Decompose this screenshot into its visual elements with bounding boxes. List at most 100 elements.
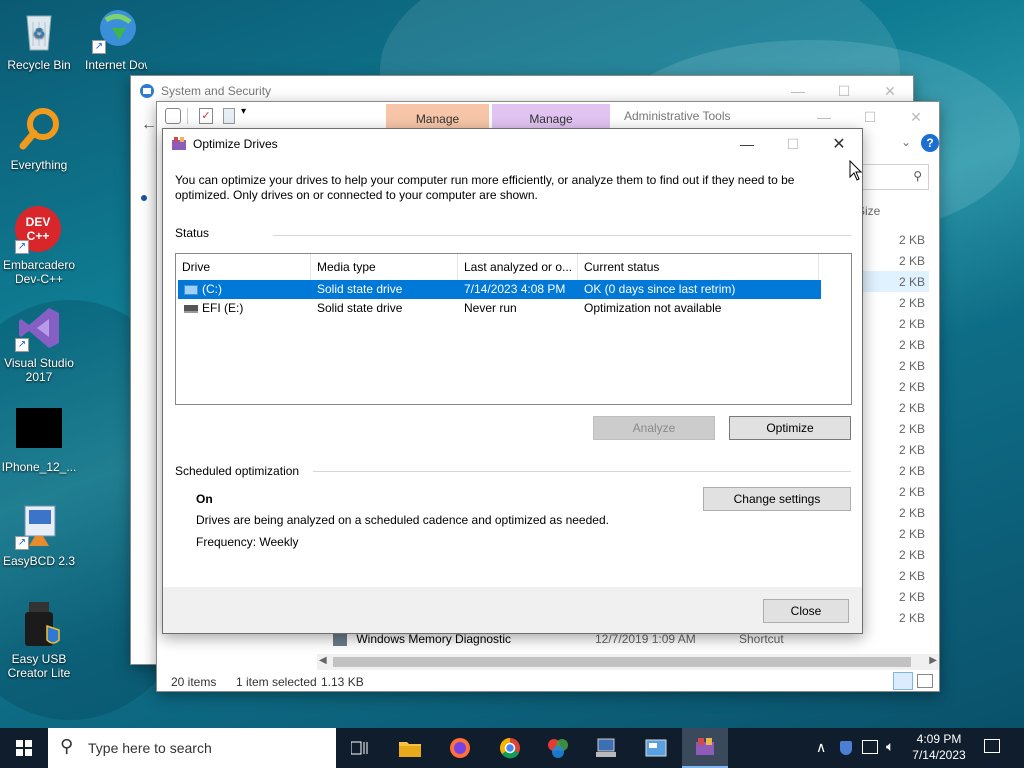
drives-list[interactable]: Drive Media type Last analyzed or o... C… [175,253,852,405]
taskbar-search-box[interactable]: ⚲ Type here to search [48,728,336,768]
file-size-cell: 2 KB [898,506,925,520]
show-hidden-icons-chevron-icon[interactable]: ∧ [816,739,826,756]
column-header-current-status[interactable]: Current status [578,254,819,280]
black-file-thumbnail-icon [15,408,63,456]
taskbar-chrome[interactable] [486,728,534,768]
help-icon[interactable]: ? [921,134,939,152]
file-size-cell: 2 KB [898,254,925,268]
close-button[interactable]: ✕ [893,102,939,132]
close-button[interactable]: ✕ [816,129,862,159]
minimize-button[interactable]: — [724,129,770,159]
expand-ribbon-chevron-icon[interactable]: ⌄ [901,135,911,149]
scroll-left-arrow-icon[interactable]: ◀ [319,655,327,666]
task-view-button[interactable] [336,728,384,768]
firefox-icon [450,738,470,758]
column-header-media-type[interactable]: Media type [311,254,458,280]
scrollbar-thumb[interactable] [333,657,911,667]
media-type: Solid state drive [317,301,403,315]
large-icons-view-icon[interactable] [917,674,933,688]
file-size-cell: 2 KB [898,590,925,604]
search-box[interactable]: ⚲ [857,164,929,190]
search-icon: ⚲ [60,736,74,756]
title-bar[interactable]: ✓ ▾ Manage Manage Administrative Tools —… [157,102,939,132]
bullet-icon [141,195,147,201]
easybcd-icon: ↗ [15,502,63,550]
dialog-title: Optimize Drives [193,137,278,151]
color-wheel-icon [548,739,568,758]
horizontal-scrollbar[interactable]: ◀ ▶ [317,654,939,670]
column-header-last-analyzed[interactable]: Last analyzed or o... [458,254,578,280]
taskbar-control-panel[interactable] [632,728,680,768]
desktop-icon-internet-download-manager[interactable]: ↗ Internet Downlo... [78,6,154,72]
last-analyzed: 7/14/2023 4:08 PM [464,282,566,296]
checkbox-icon[interactable]: ✓ [199,108,213,124]
file-size-cell: 2 KB [898,443,925,457]
new-folder-icon[interactable] [223,108,235,124]
details-view-icon[interactable] [893,672,913,690]
folder-icon [399,742,421,757]
change-settings-button[interactable]: Change settings [703,487,851,511]
selected-size: 1.13 KB [321,675,364,689]
taskbar-firefox[interactable] [436,728,484,768]
item-count: 20 items [171,675,217,689]
file-size-cell: 2 KB [898,485,925,499]
schedule-description: Drives are being analyzed on a scheduled… [196,513,609,527]
taskbar-system-app[interactable] [582,728,630,768]
title-bar[interactable]: Optimize Drives — ☐ ✕ [163,129,862,159]
clock[interactable]: 4:09 PM 7/14/2023 [902,731,976,763]
volume-muted-icon[interactable]: 🔈︎ [886,738,894,755]
tray-shield-icon[interactable] [840,741,852,755]
optimize-button[interactable]: Optimize [729,416,851,440]
desktop-icon-label: Everything [10,158,68,172]
quick-access-dropdown-icon[interactable]: ▾ [241,106,246,117]
network-icon[interactable] [862,740,878,754]
notification-icon[interactable] [984,739,1000,753]
desktop-icon-easy-usb-creator[interactable]: Easy USB Creator Lite [1,600,77,680]
size-column: 2 KB 2 KB 2 KB 2 KB 2 KB 2 KB 2 KB 2 KB 2 KB 2 KB… [863,230,925,629]
taskbar-color-app[interactable] [534,728,582,768]
task-view-icon [351,741,368,755]
intro-text: You can optimize your drives to help you… [175,173,795,202]
desktop-icon-recycle-bin[interactable]: ♻ Recycle Bin [1,6,77,72]
desktop-icon-everything[interactable]: Everything [1,106,77,172]
desktop-icon-label: Internet Downlo... [85,58,147,72]
drive-name: (C:) [178,280,311,299]
desktop-icon-dev-cpp[interactable]: DEV C++ ↗ Embarcadero Dev-C++ [1,206,77,286]
maximize-button[interactable]: ☐ [770,129,816,159]
file-name: Windows Memory Diagnostic [356,632,512,646]
computer-icon [596,738,616,757]
file-size-cell: 2 KB [898,317,925,331]
taskbar-file-explorer[interactable] [386,728,434,768]
properties-icon[interactable] [165,108,181,124]
divider [313,471,851,472]
taskbar-optimize-drives[interactable] [682,728,728,768]
clock-time: 4:09 PM [916,732,962,746]
column-header-drive[interactable]: Drive [176,254,311,280]
taskbar: ⚲ Type here to search ∧ 🔈︎ 4:09 PM 7/14/… [0,728,1024,768]
start-button[interactable] [0,728,48,768]
analyze-button[interactable]: Analyze [593,416,715,440]
control-panel-icon [645,739,667,757]
desktop-icon-label: Embarcadero Dev-C++ [2,258,76,286]
drive-icon [184,304,198,313]
recycle-bin-icon: ♻ [15,6,63,54]
drive-row[interactable]: EFI (E:) Solid state drive Never run Opt… [178,299,851,318]
desktop-icon-easybcd[interactable]: ↗ EasyBCD 2.3 [1,502,77,568]
file-size-cell: 2 KB [898,380,925,394]
internet-download-manager-icon: ↗ [92,6,140,54]
schedule-frequency: Frequency: Weekly [196,535,299,549]
drive-row[interactable]: (C:) Solid state drive 7/14/2023 4:08 PM… [178,280,821,299]
divider [273,235,851,236]
back-arrow-icon[interactable]: ← [141,116,157,134]
scroll-right-arrow-icon[interactable]: ▶ [929,655,937,666]
file-size-cell: 2 KB [898,548,925,562]
search-icon: ⚲ [913,169,922,183]
optimize-drives-dialog[interactable]: Optimize Drives — ☐ ✕ You can optimize y… [162,128,863,634]
desktop-icon-iphone-file[interactable]: IPhone_12_... [1,408,77,474]
desktop-icon-visual-studio[interactable]: ↗ Visual Studio 2017 [1,304,77,384]
dev-cpp-icon: DEV C++ ↗ [15,206,63,254]
clock-date: 7/14/2023 [912,748,966,762]
system-drive-icon [184,284,198,295]
close-dialog-button[interactable]: Close [763,599,849,623]
file-size-cell: 2 KB [898,611,925,625]
